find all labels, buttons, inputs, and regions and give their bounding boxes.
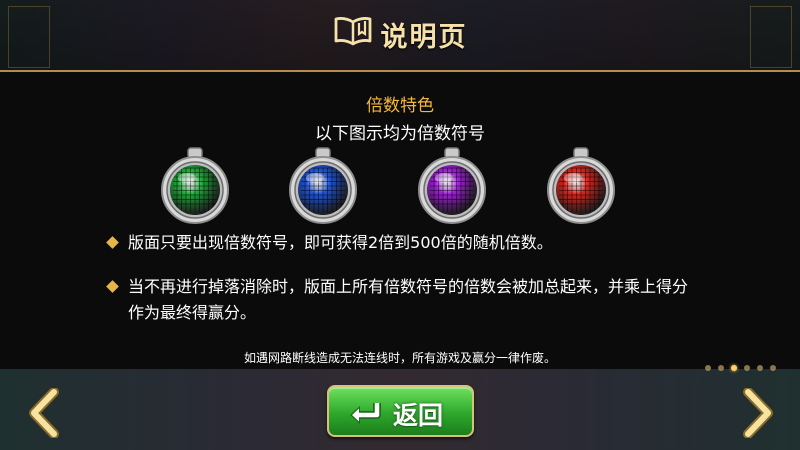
book-icon	[333, 14, 373, 55]
page-dot[interactable]	[705, 365, 711, 371]
purple-multiplier-potion-icon	[414, 146, 490, 226]
multiplier-symbols	[0, 146, 800, 226]
instructions-panel: 倍数特色 以下图示均为倍数符号 版面只要出现倍数符号，即可获得2倍到500倍的随…	[0, 73, 800, 371]
section-title: 倍数特色	[366, 96, 434, 116]
previous-page-button[interactable]	[24, 387, 64, 439]
page-dot[interactable]	[718, 365, 724, 371]
bullet-text: 当不再进行掉落消除时，版面上所有倍数符号的倍数会被加总起来，并乘上得分	[128, 277, 689, 296]
bullet-text: 版面只要出现倍数符号，即可获得2倍到500倍的随机倍数。	[128, 233, 553, 252]
page-dot-active[interactable]	[731, 365, 737, 371]
section-subtitle: 以下图示均为倍数符号	[315, 124, 485, 144]
page-indicator	[698, 356, 776, 375]
return-arrow-icon	[347, 399, 387, 429]
page-title-text: 说明页	[380, 22, 468, 53]
chevron-right-icon	[743, 387, 773, 439]
header-bar: 说明页	[0, 0, 800, 72]
bullet-item: 版面只要出现倍数符号，即可获得2倍到500倍的随机倍数。	[106, 230, 553, 256]
green-multiplier-potion-icon	[157, 146, 233, 226]
disconnect-notice: 如遇网路断线造成无法连线时，所有游戏及赢分一律作废。	[243, 351, 556, 365]
page-dot[interactable]	[757, 365, 763, 371]
chevron-left-icon	[29, 387, 59, 439]
back-button-label: 返回	[393, 401, 444, 430]
page-title: 说明页	[0, 14, 800, 55]
bullet-text-continued: 作为最终得赢分。	[128, 303, 257, 322]
next-page-button[interactable]	[738, 387, 778, 439]
page-dot[interactable]	[744, 365, 750, 371]
bullet-item: 当不再进行掉落消除时，版面上所有倍数符号的倍数会被加总起来，并乘上得分 作为最终…	[106, 274, 689, 326]
page-dot[interactable]	[770, 365, 776, 371]
blue-multiplier-potion-icon	[285, 146, 361, 226]
red-multiplier-potion-icon	[543, 146, 619, 226]
back-button[interactable]: 返回	[327, 385, 474, 437]
